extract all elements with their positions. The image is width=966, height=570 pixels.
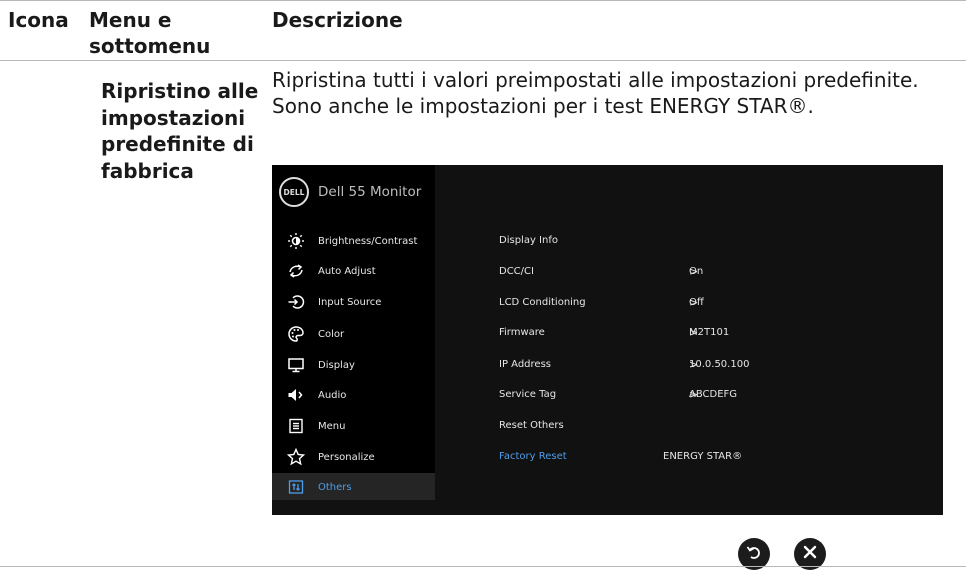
osd-menu-input-source[interactable]: Input Source xyxy=(272,288,435,316)
osd-option-firmware[interactable]: Firmware xyxy=(499,327,545,338)
speaker-icon xyxy=(287,386,305,404)
osd-value-firmware: M2T101 xyxy=(689,327,730,338)
display-icon xyxy=(287,356,305,374)
osd-brand: DELL Dell 55 Monitor xyxy=(279,177,421,207)
osd-menu-label: Color xyxy=(318,328,345,340)
input-source-icon xyxy=(287,293,305,311)
osd-option-lcd-conditioning[interactable]: LCD Conditioning xyxy=(499,297,586,308)
osd-menu-auto-adjust[interactable]: Auto Adjust xyxy=(272,257,435,285)
osd-menu-brightness[interactable]: Brightness/Contrast xyxy=(272,227,435,255)
bottom-rule xyxy=(0,566,966,567)
osd-sidebar-footer xyxy=(272,500,435,515)
dell-logo: DELL xyxy=(279,177,309,207)
osd-menu-menu[interactable]: Menu xyxy=(272,412,435,440)
osd-value-service-tag: ABCDEFG xyxy=(689,389,738,400)
row-description: Ripristina tutti i valori preimpostati a… xyxy=(272,68,919,118)
osd-sidebar: DELL Dell 55 Monitor Brightness/Contrast… xyxy=(272,165,435,515)
osd-menu-label: Audio xyxy=(318,389,347,401)
back-icon xyxy=(744,542,764,566)
osd-menu-personalize[interactable]: Personalize xyxy=(272,443,435,471)
brightness-icon xyxy=(287,232,305,250)
osd-option-service-tag[interactable]: Service Tag xyxy=(499,389,556,400)
osd-menu-label: Others xyxy=(318,481,352,493)
osd-menu-label: Display xyxy=(318,359,355,371)
auto-adjust-icon xyxy=(287,262,305,280)
close-icon xyxy=(802,544,818,564)
top-rule xyxy=(0,0,966,1)
osd-menu-label: Brightness/Contrast xyxy=(318,235,418,247)
osd-option-factory-reset[interactable]: Factory Reset xyxy=(499,451,567,462)
osd-menu-display[interactable]: Display xyxy=(272,351,435,379)
color-palette-icon xyxy=(287,325,305,343)
osd-option-dcc-ci[interactable]: DCC/CI xyxy=(499,266,534,277)
header-description-column: Descrizione xyxy=(272,8,403,32)
header-rule xyxy=(0,60,966,61)
osd-menu-color[interactable]: Color xyxy=(272,320,435,348)
osd-menu-audio[interactable]: Audio xyxy=(272,381,435,409)
header-menu-column: Menu e sottomenu xyxy=(89,8,211,58)
osd-option-display-info[interactable]: Display Info xyxy=(499,235,558,246)
osd-value-lcd-conditioning: Off xyxy=(689,297,704,308)
osd-menu-label: Personalize xyxy=(318,451,375,463)
osd-menu-label: Auto Adjust xyxy=(318,265,376,277)
osd-option-reset-others[interactable]: Reset Others xyxy=(499,420,564,431)
others-icon xyxy=(287,478,305,496)
osd-menu-label: Input Source xyxy=(318,296,382,308)
osd-option-ip-address[interactable]: IP Address xyxy=(499,359,551,370)
osd-menu-label: Menu xyxy=(318,420,346,432)
header-icon-column: Icona xyxy=(8,8,69,32)
row-menu-label: Ripristino alle impostazioni predefinite… xyxy=(101,79,259,183)
osd-menu-others[interactable]: Others xyxy=(272,473,435,501)
osd-model-name: Dell 55 Monitor xyxy=(318,184,422,200)
menu-icon xyxy=(287,417,305,435)
osd-value-dcc-ci: On xyxy=(689,266,704,277)
osd-screenshot: DELL Dell 55 Monitor Brightness/Contrast… xyxy=(272,165,943,515)
osd-value-ip-address: 10.0.50.100 xyxy=(689,359,750,370)
star-icon xyxy=(287,448,305,466)
osd-value-factory-reset: ENERGY STAR® xyxy=(663,451,743,462)
